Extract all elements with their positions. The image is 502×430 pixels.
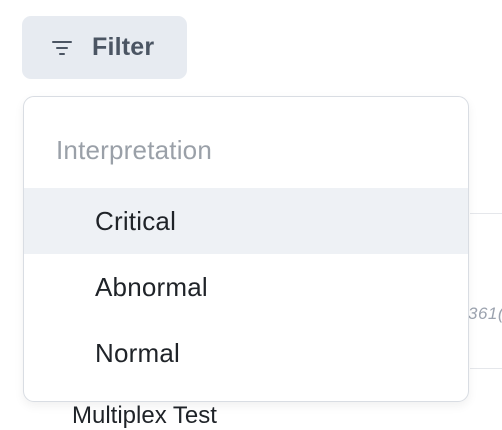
filter-button-label: Filter <box>92 33 155 61</box>
option-critical[interactable]: Critical <box>24 188 468 254</box>
row-text-partial: Multiplex Test <box>72 402 217 429</box>
row-id-partial: 361( <box>468 304 502 323</box>
filter-button[interactable]: Filter <box>22 16 187 79</box>
section-heading-interpretation: Interpretation <box>56 135 213 165</box>
filter-dropdown-menu: Interpretation Critical Abnormal Normal <box>23 96 469 402</box>
table-divider-top <box>470 213 502 214</box>
filter-lines-icon <box>52 40 72 55</box>
option-abnormal[interactable]: Abnormal <box>24 254 468 320</box>
option-normal[interactable]: Normal <box>24 320 468 386</box>
table-divider-bottom <box>470 368 502 369</box>
